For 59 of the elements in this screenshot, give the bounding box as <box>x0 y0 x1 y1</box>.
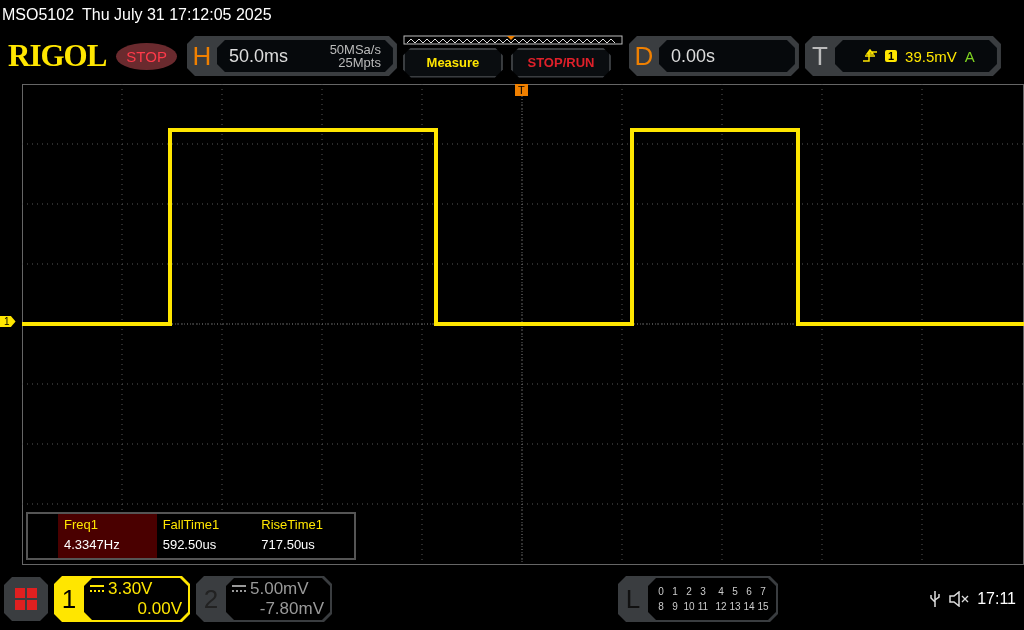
channel-number: 1 <box>60 583 78 615</box>
model-name: MSO5102 <box>2 6 75 24</box>
measurement-value: 717.50us <box>261 537 316 552</box>
logic-channel-label: 13 <box>728 601 742 612</box>
clock-time: 17:11 <box>977 590 1016 608</box>
usb-icon <box>929 590 942 608</box>
measure-button[interactable]: Measure <box>402 47 503 78</box>
trigger-letter: T <box>811 40 829 72</box>
horizontal-letter: H <box>191 40 213 72</box>
measurement-name: Freq1 <box>64 517 99 532</box>
trigger-position-marker[interactable]: T <box>515 84 528 96</box>
grid-icon <box>14 587 38 611</box>
memory-depth: 25Mpts <box>337 56 381 69</box>
logic-channel-label: 3 <box>699 586 707 597</box>
measurement-item[interactable]: Freq1 4.3347Hz <box>58 514 157 558</box>
delay-letter: D <box>633 40 655 72</box>
channel-scale: 5.00mV <box>250 579 309 599</box>
date-time: Thu July 31 17:12:05 2025 <box>82 6 272 24</box>
logic-channel-label: 15 <box>756 601 770 612</box>
channel-marker[interactable]: 1 <box>0 316 16 327</box>
logic-channel-label: 7 <box>759 586 767 597</box>
timebase-value: 50.0ms <box>228 45 288 67</box>
logic-channel-label: 2 <box>685 586 693 597</box>
brand-logo: RIGOL <box>8 38 107 74</box>
menu-button[interactable] <box>4 577 48 621</box>
logic-channel-label: 0 <box>657 586 665 597</box>
measurement-name: FallTime1 <box>162 517 221 532</box>
rising-edge-icon <box>862 49 877 63</box>
logic-channel-label: 14 <box>742 601 756 612</box>
dc-coupling-icon <box>90 585 104 593</box>
sample-rate: 50MSa/s <box>329 43 381 56</box>
logic-channel-label: 9 <box>671 601 679 612</box>
trigger-panel[interactable]: T 1 39.5mV A <box>804 36 1001 76</box>
speaker-muted-icon <box>949 591 970 607</box>
trigger-mode: A <box>964 47 975 65</box>
logic-channel-label: 5 <box>731 586 739 597</box>
stop-run-button[interactable]: STOP/RUN <box>510 47 611 78</box>
measurement-item[interactable]: RiseTime1 717.50us <box>255 514 354 558</box>
measurement-value: 592.50us <box>162 537 218 552</box>
logic-channel-label: 11 <box>696 601 710 612</box>
channel-panel[interactable]: 1 3.30V 0.00V <box>54 576 190 622</box>
channel-offset: -7.80mV <box>259 599 324 619</box>
delay-value: 0.00s <box>670 45 715 67</box>
logic-channel-label: 12 <box>714 601 728 612</box>
logic-channel-label: 10 <box>682 601 696 612</box>
dc-coupling-icon <box>232 585 246 593</box>
channel-offset: 0.00V <box>137 599 182 619</box>
trigger-source-badge: 1 <box>884 50 898 62</box>
logic-channel-label: 4 <box>717 586 725 597</box>
logic-channel-label: 6 <box>745 586 753 597</box>
measurement-item[interactable]: FallTime1 592.50us <box>156 514 256 558</box>
delay-panel[interactable]: D 0.00s <box>628 36 799 76</box>
logic-channel-label: 1 <box>671 586 679 597</box>
trigger-level: 39.5mV <box>905 47 957 65</box>
measurement-value: 4.3347Hz <box>64 537 121 552</box>
horizontal-panel[interactable]: H 50.0ms 50MSa/s 25Mpts <box>186 36 397 76</box>
logic-channel-label: 8 <box>657 601 665 612</box>
measurement-name: RiseTime1 <box>261 517 324 532</box>
channel-scale: 3.30V <box>108 579 153 599</box>
